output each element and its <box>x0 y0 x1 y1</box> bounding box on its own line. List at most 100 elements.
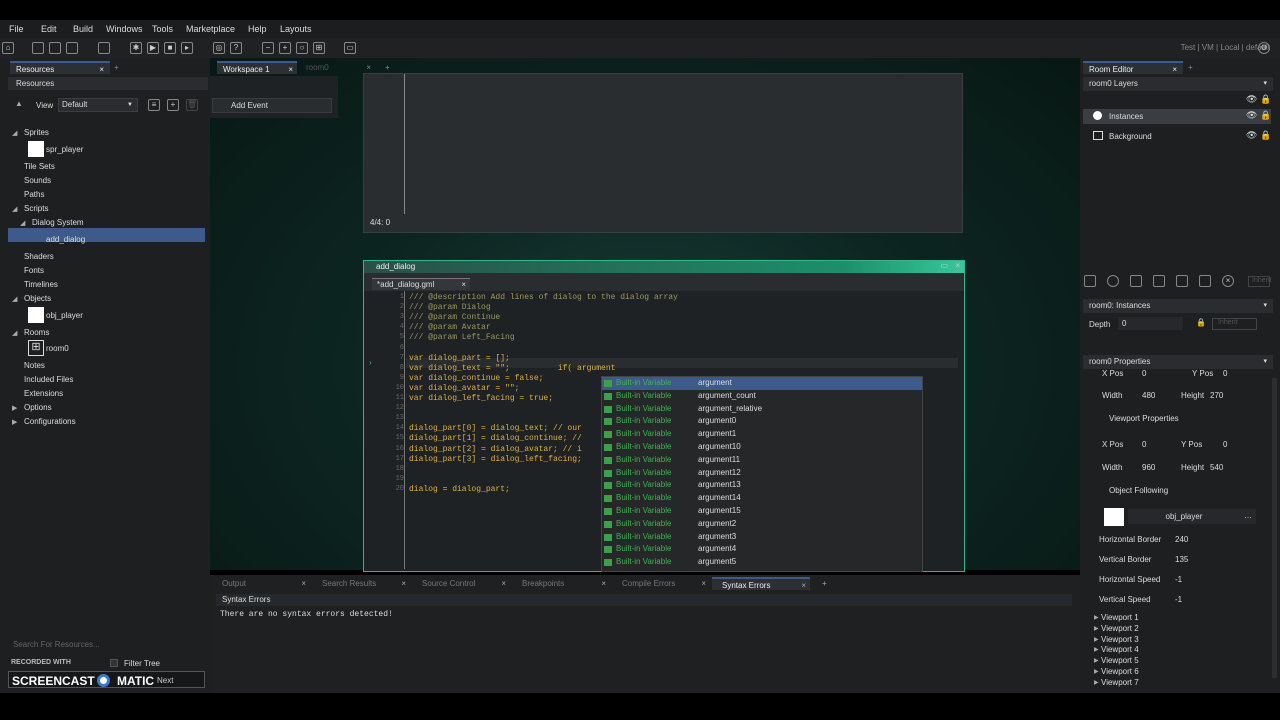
output-tab[interactable]: Compile Errors × <box>612 577 710 590</box>
chevron-down-icon[interactable]: ▾ <box>1263 355 1267 369</box>
close-icon[interactable]: × <box>301 577 306 590</box>
tree-item[interactable]: Included Files <box>24 375 73 384</box>
code-line[interactable]: /// @param Continue <box>409 313 500 322</box>
menu-file[interactable]: File <box>9 24 24 34</box>
viewport-item[interactable]: Viewport 5 <box>1101 656 1139 665</box>
xpos-value[interactable]: 0 <box>1142 369 1146 378</box>
search-input[interactable]: Search For Resources... <box>13 640 100 649</box>
home-icon[interactable]: ⌂ <box>2 42 14 54</box>
clean-icon[interactable]: ▸ <box>181 42 193 54</box>
output-tab[interactable]: Source Control × <box>412 577 510 590</box>
autocomplete-item[interactable]: Built-in Variable argument1 <box>602 428 922 441</box>
hspeed-value[interactable]: -1 <box>1175 575 1182 584</box>
autocomplete-item[interactable]: Built-in Variable argument4 <box>602 543 922 556</box>
layer-instances[interactable]: Instances 👁 🔒 <box>1083 109 1271 124</box>
add-tile-layer-icon[interactable] <box>1130 275 1142 287</box>
code-line[interactable]: dialog = dialog_part; <box>409 485 510 494</box>
expand-arrow-icon[interactable]: ◢ <box>20 219 25 227</box>
add-tab-icon[interactable]: + <box>822 579 827 588</box>
close-icon[interactable]: × <box>955 261 960 270</box>
autocomplete-item[interactable]: Built-in Variable argument13 <box>602 479 922 492</box>
code-line[interactable]: /// @param Dialog <box>409 303 491 312</box>
add-path-layer-icon[interactable] <box>1153 275 1165 287</box>
menu-edit[interactable]: Edit <box>41 24 57 34</box>
target-selector[interactable]: Test | VM | Local | default <box>1181 43 1270 52</box>
tree-item[interactable]: Sprites <box>24 128 49 137</box>
run-icon[interactable]: ▶ <box>147 42 159 54</box>
debug-icon[interactable]: ✱ <box>130 42 142 54</box>
add-tab-icon[interactable]: + <box>114 63 119 72</box>
menu-build[interactable]: Build <box>73 24 93 34</box>
vborder-value[interactable]: 135 <box>1175 555 1188 564</box>
minimize-icon[interactable]: ▭ <box>940 261 948 270</box>
zoom-out-icon[interactable]: − <box>262 42 274 54</box>
close-icon[interactable]: × <box>401 577 406 590</box>
file-tab[interactable]: *add_dialog.gml × <box>372 278 470 290</box>
lock-icon[interactable]: 🔒 <box>1196 318 1206 327</box>
close-icon[interactable]: × <box>701 577 706 590</box>
zoom-reset-icon[interactable]: ○ <box>296 42 308 54</box>
code-line[interactable]: /// @param Left_Facing <box>409 333 515 342</box>
window-icon[interactable]: ▭ <box>344 42 356 54</box>
more-options-icon[interactable]: … <box>1240 509 1256 524</box>
open-project-icon[interactable] <box>49 42 61 54</box>
properties-scrollbar[interactable] <box>1272 378 1277 678</box>
height-value[interactable]: 270 <box>1210 391 1223 400</box>
expand-arrow-icon[interactable]: ▶ <box>1094 625 1099 632</box>
autocomplete-item[interactable]: Built-in Variable argument2 <box>602 518 922 531</box>
tab-workspace-1[interactable]: Workspace 1 × <box>217 61 297 74</box>
width-value[interactable]: 480 <box>1142 391 1155 400</box>
expand-arrow-icon[interactable]: ◢ <box>12 329 17 337</box>
tree-item[interactable]: Timelines <box>24 280 58 289</box>
viewport-item[interactable]: Viewport 6 <box>1101 667 1139 676</box>
new-project-icon[interactable] <box>32 42 44 54</box>
tree-item[interactable]: Rooms <box>24 328 49 337</box>
code-line[interactable]: var dialog_continue = false; <box>409 374 543 383</box>
tree-item[interactable]: Objects <box>24 294 51 303</box>
depth-input[interactable]: 0 <box>1118 317 1183 330</box>
code-line[interactable]: dialog_part[3] = dialog_left_facing; <box>409 455 582 464</box>
output-tab[interactable]: Syntax Errors × <box>712 577 810 590</box>
menu-marketplace[interactable]: Marketplace <box>186 24 235 34</box>
menu-tools[interactable]: Tools <box>152 24 173 34</box>
code-line[interactable]: /// @description Add lines of dialog to … <box>409 293 678 302</box>
add-instance-layer-icon[interactable] <box>1084 275 1096 287</box>
room-editor-tab[interactable]: Room Editor × <box>1083 61 1183 74</box>
add-tab-icon[interactable]: + <box>1188 63 1193 72</box>
target-icon[interactable]: ◎ <box>213 42 225 54</box>
lock-icon[interactable]: 🔒 <box>1260 94 1271 105</box>
eye-icon[interactable]: 👁 <box>1246 110 1257 121</box>
menu-windows[interactable]: Windows <box>106 24 143 34</box>
tree-item[interactable]: add_dialog <box>46 235 85 244</box>
tree-item[interactable]: Configurations <box>24 417 76 426</box>
autocomplete-item[interactable]: Built-in Variable argument5 <box>602 556 922 569</box>
autocomplete-popup[interactable]: Built-in Variable argument Built-in Variab… <box>601 376 923 572</box>
vspeed-value[interactable]: -1 <box>1175 595 1182 604</box>
vp-height-value[interactable]: 540 <box>1210 463 1223 472</box>
lock-icon[interactable]: 🔒 <box>1260 130 1271 141</box>
expand-arrow-icon[interactable]: ◢ <box>12 295 17 303</box>
delete-layer-icon[interactable]: × <box>1222 275 1234 287</box>
expand-arrow-icon[interactable]: ▶ <box>1094 636 1099 643</box>
hborder-value[interactable]: 240 <box>1175 535 1188 544</box>
expand-arrow-icon[interactable]: ◢ <box>12 205 17 213</box>
package-icon[interactable] <box>98 42 110 54</box>
tree-item[interactable]: Extensions <box>24 389 63 398</box>
vp-ypos-value[interactable]: 0 <box>1223 440 1227 449</box>
code-line[interactable]: var dialog_avatar = ""; <box>409 384 519 393</box>
save-icon[interactable] <box>66 42 78 54</box>
expand-arrow-icon[interactable]: ◢ <box>12 129 17 137</box>
output-tab[interactable]: Output × <box>212 577 310 590</box>
viewport-item[interactable]: Viewport 2 <box>1101 624 1139 633</box>
close-icon[interactable]: × <box>288 63 293 76</box>
tree-item[interactable]: Dialog System <box>32 218 84 227</box>
eye-icon[interactable]: 👁 <box>1246 130 1257 141</box>
settings-icon[interactable]: ⚙ <box>1258 42 1270 54</box>
code-line[interactable]: /// @param Avatar <box>409 323 491 332</box>
autocomplete-item[interactable]: Built-in Variable argument_relative <box>602 403 922 416</box>
help-icon[interactable]: ? <box>230 42 242 54</box>
autocomplete-item[interactable]: Built-in Variable argument_count <box>602 390 922 403</box>
close-icon[interactable]: × <box>461 279 466 290</box>
viewport-item[interactable]: Viewport 4 <box>1101 645 1139 654</box>
expand-arrow-icon[interactable]: ▶ <box>1094 614 1099 621</box>
